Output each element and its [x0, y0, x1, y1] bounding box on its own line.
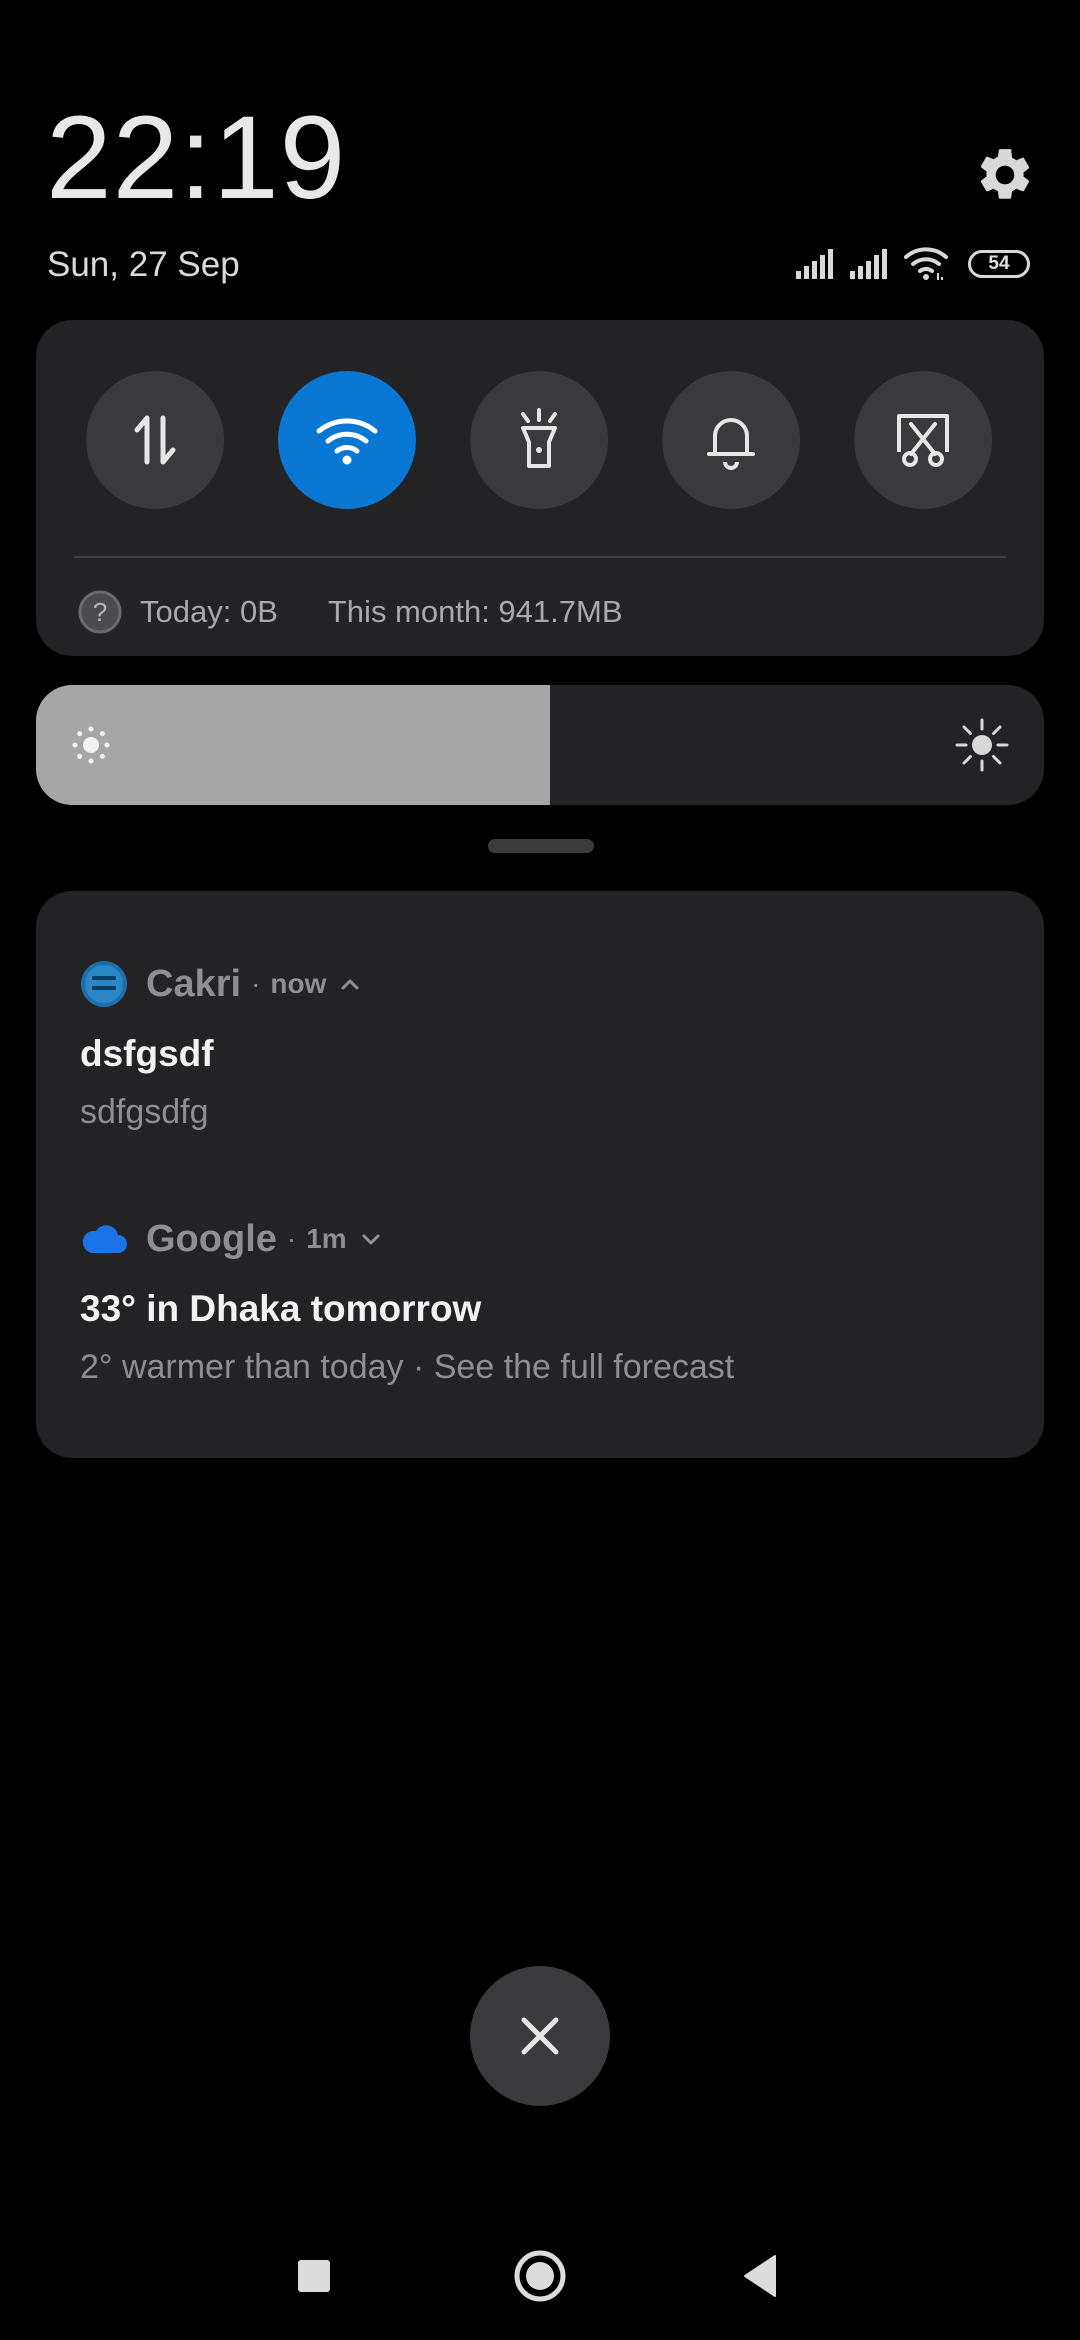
chevron-up-icon[interactable]: [338, 972, 362, 996]
brightness-slider[interactable]: [36, 685, 1044, 805]
close-icon: [521, 2017, 559, 2055]
notification-text: 2° warmer than today · See the full fore…: [80, 1348, 735, 1386]
drag-handle[interactable]: [488, 839, 594, 853]
cakri-app-icon: [81, 961, 127, 1007]
usage-today: Today: 0B: [140, 594, 278, 629]
question-circle-icon: ?: [78, 590, 122, 634]
app-name: Cakri: [146, 962, 242, 1005]
screenshot-toggle[interactable]: [854, 371, 992, 509]
notification-title: dsfgsdf: [80, 1033, 214, 1074]
clock-date[interactable]: Sun, 27 Sep: [47, 243, 240, 287]
sound-toggle[interactable]: [662, 371, 800, 509]
flashlight-toggle[interactable]: [470, 371, 608, 509]
separator-dot: ·: [251, 968, 261, 999]
wifi-toggle[interactable]: [278, 371, 416, 509]
notification-time: 1m: [306, 1223, 347, 1254]
clock-time[interactable]: 22:19: [46, 88, 346, 228]
notification-cakri[interactable]: Cakri · now dsfgsdf sdfgsdfg: [80, 959, 1010, 1135]
notification-title: 33° in Dhaka tomorrow: [80, 1288, 482, 1329]
notification-card: Cakri · now dsfgsdf sdfgsdfg Google · 1m…: [36, 891, 1044, 1458]
signal-sim1-icon: [796, 249, 833, 279]
signal-sim2-icon: [850, 249, 887, 279]
notification-google[interactable]: Google · 1m 33° in Dhaka tomorrow 2° war…: [80, 1214, 1010, 1390]
battery-icon: 54: [968, 250, 1030, 278]
mobile-data-toggle[interactable]: [86, 371, 224, 509]
notification-time: now: [270, 968, 327, 999]
wifi-icon: [316, 418, 378, 465]
home-icon[interactable]: [514, 2250, 566, 2302]
notification-header: Cakri · now: [80, 959, 1010, 1009]
scissors-screenshot-icon: [897, 414, 949, 467]
notification-text: sdfgsdfg: [80, 1093, 209, 1131]
divider: [74, 556, 1006, 558]
brightness-low-icon: [72, 726, 110, 764]
clear-all-button[interactable]: [470, 1966, 610, 2106]
status-bar-icons: 54: [796, 242, 1030, 286]
brightness-high-icon: [955, 718, 1009, 772]
battery-level: 54: [988, 253, 1010, 274]
svg-text:?: ?: [93, 597, 107, 627]
recents-icon[interactable]: [297, 2259, 331, 2293]
separator-dot: ·: [286, 1223, 297, 1254]
cloud-icon: [82, 1225, 127, 1253]
wifi-icon: [904, 247, 948, 280]
flashlight-icon: [521, 408, 557, 468]
data-arrows-icon: [134, 415, 176, 465]
notification-header: Google · 1m: [80, 1214, 1010, 1264]
quick-settings-panel: ? Today: 0B This month: 941.7MB: [36, 320, 1044, 656]
app-name: Google: [146, 1217, 277, 1260]
back-icon[interactable]: [741, 2254, 779, 2298]
data-usage-row[interactable]: ? Today: 0B This month: 941.7MB: [78, 586, 623, 638]
brightness-level-fill[interactable]: [36, 685, 551, 805]
gear-icon[interactable]: [974, 144, 1036, 206]
usage-month: This month: 941.7MB: [327, 594, 623, 629]
chevron-down-icon[interactable]: [359, 1227, 383, 1251]
bell-icon: [707, 418, 755, 470]
